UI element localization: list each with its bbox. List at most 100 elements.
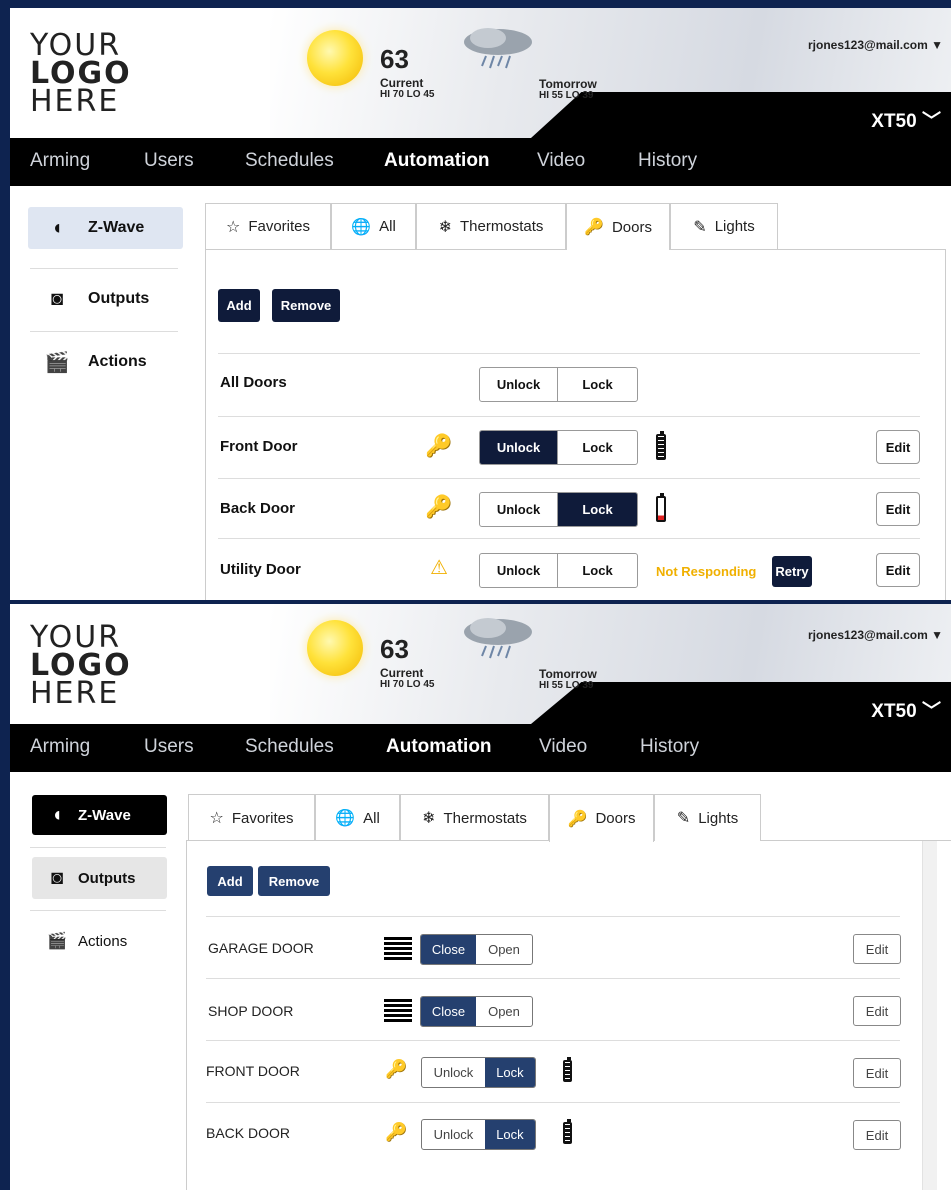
current-forecast: Current HI 70 LO 45	[380, 76, 435, 100]
nav-schedules[interactable]: Schedules	[245, 150, 334, 172]
tab-favorites[interactable]: ☆ Favorites	[188, 794, 315, 841]
nav-schedules[interactable]: Schedules	[245, 736, 334, 758]
key-icon: 🔑	[584, 219, 604, 236]
nav-arming[interactable]: Arming	[30, 736, 90, 758]
utility-door-toggle: Unlock Lock	[479, 553, 638, 588]
nav-history[interactable]: History	[638, 150, 697, 172]
close-button[interactable]: Close	[421, 935, 477, 964]
sidebar-item-zwave[interactable]: ◖ Z-Wave	[32, 795, 167, 835]
battery-low-icon	[656, 493, 666, 522]
outlet-icon: ◙	[50, 866, 64, 889]
zwave-icon: ◖	[50, 216, 64, 239]
panel-selector[interactable]: XT50 ﹀	[871, 106, 941, 133]
caret-down-icon: ▼	[931, 628, 943, 642]
all-doors-label: All Doors	[220, 374, 287, 391]
logo: YOUR LOGO HERE	[30, 28, 132, 119]
tab-thermostats[interactable]: ❄ Thermostats	[400, 794, 549, 841]
edit-button[interactable]: Edit	[876, 430, 920, 464]
sidebar-item-outputs[interactable]: ◙ Outputs	[32, 857, 167, 899]
sidebar-item-actions[interactable]: 🎬 Actions	[32, 920, 167, 962]
scrollbar[interactable]	[922, 841, 937, 1190]
lock-button[interactable]: Lock	[557, 554, 637, 587]
edit-button[interactable]: Edit	[876, 492, 920, 526]
current-forecast: Current HI 70 LO 45	[380, 666, 435, 690]
outlet-icon: ◙	[50, 287, 64, 310]
user-menu[interactable]: rjones123@mail.com ▼	[808, 628, 943, 642]
sidebar-item-zwave[interactable]: ◖ Z-Wave	[28, 207, 183, 249]
key-icon: 🔑	[567, 810, 588, 828]
nav-users[interactable]: Users	[144, 736, 194, 758]
warning-icon: ⚠	[430, 557, 448, 579]
tab-lights[interactable]: ✎ Lights	[670, 203, 778, 249]
door-name: BACK DOOR	[206, 1125, 291, 1141]
unlock-button[interactable]: Unlock	[422, 1058, 485, 1087]
current-temperature: 63	[380, 44, 409, 74]
unlock-button[interactable]: Unlock	[422, 1120, 485, 1149]
chevron-down-icon: ﹀	[921, 701, 941, 722]
garage-door-icon	[384, 999, 412, 1023]
panel-selector[interactable]: XT50 ﹀	[871, 696, 941, 723]
remove-button[interactable]: Remove	[258, 866, 330, 896]
key-icon: 🔑	[385, 1122, 408, 1142]
tab-thermostats[interactable]: ❄ Thermostats	[416, 203, 566, 249]
sidebar-item-actions[interactable]: 🎬 Actions	[28, 341, 183, 383]
battery-full-icon	[563, 1119, 572, 1144]
all-doors-toggle: Unlock Lock	[479, 367, 638, 402]
lock-button[interactable]: Lock	[557, 431, 637, 464]
tomorrow-forecast: Tomorrow HI 55 LO 39	[539, 77, 597, 101]
back-door-toggle: Unlock Lock	[479, 492, 638, 527]
door-name: SHOP DOOR	[208, 1003, 294, 1019]
tab-all[interactable]: 🌐 All	[315, 794, 400, 841]
edit-button[interactable]: Edit	[853, 996, 901, 1026]
add-button[interactable]: Add	[218, 289, 260, 322]
sidebar-item-outputs[interactable]: ◙ Outputs	[28, 278, 183, 320]
open-button[interactable]: Open	[476, 935, 532, 964]
clapperboard-icon: 🎬	[47, 933, 67, 950]
user-menu[interactable]: rjones123@mail.com ▼	[808, 38, 943, 52]
unlock-button[interactable]: Unlock	[480, 431, 558, 464]
door-name: Utility Door	[220, 561, 301, 578]
add-button[interactable]: Add	[207, 866, 253, 896]
screenshot-panel-bottom: YOUR LOGO HERE 63 Current HI 70 LO 45 To…	[10, 604, 951, 1190]
tab-all[interactable]: 🌐 All	[331, 203, 416, 249]
logo: YOUR LOGO HERE	[30, 620, 132, 711]
sun-icon	[307, 620, 363, 676]
open-button[interactable]: Open	[476, 997, 532, 1026]
key-icon: 🔑	[425, 433, 453, 458]
rain-cloud-icon	[464, 28, 532, 69]
edit-button[interactable]: Edit	[853, 934, 901, 964]
nav-video[interactable]: Video	[537, 150, 585, 172]
lock-button[interactable]: Lock	[484, 1120, 535, 1149]
edit-button[interactable]: Edit	[853, 1120, 901, 1150]
nav-arming[interactable]: Arming	[30, 150, 90, 172]
thermostat-icon: ❄	[422, 810, 436, 827]
remove-button[interactable]: Remove	[272, 289, 340, 322]
nav-history[interactable]: History	[640, 736, 699, 758]
sun-icon	[307, 30, 363, 86]
unlock-button[interactable]: Unlock	[480, 554, 557, 587]
tab-lights[interactable]: ✎ Lights	[654, 794, 761, 841]
thermostat-icon: ❄	[438, 218, 453, 236]
lock-button[interactable]: Lock	[557, 493, 637, 526]
all-lock-button[interactable]: Lock	[557, 368, 637, 401]
all-unlock-button[interactable]: Unlock	[480, 368, 557, 401]
close-button[interactable]: Close	[421, 997, 477, 1026]
unlock-button[interactable]: Unlock	[480, 493, 557, 526]
tab-doors[interactable]: 🔑 Doors	[566, 203, 670, 250]
not-responding-status: Not Responding	[656, 564, 757, 579]
retry-button[interactable]: Retry	[772, 556, 812, 587]
edit-button[interactable]: Edit	[876, 553, 920, 587]
key-icon: 🔑	[385, 1059, 408, 1079]
globe-icon: 🌐	[335, 810, 356, 827]
tomorrow-forecast: Tomorrow HI 55 LO 39	[539, 667, 597, 691]
tab-favorites[interactable]: ☆ Favorites	[205, 203, 331, 249]
nav-users[interactable]: Users	[144, 150, 194, 172]
globe-icon: 🌐	[351, 218, 372, 236]
edit-button[interactable]: Edit	[853, 1058, 901, 1088]
lock-button[interactable]: Lock	[484, 1058, 535, 1087]
nav-video[interactable]: Video	[539, 736, 587, 758]
battery-full-icon	[563, 1057, 572, 1082]
tab-doors[interactable]: 🔑 Doors	[549, 794, 654, 842]
nav-automation[interactable]: Automation	[384, 150, 490, 172]
nav-automation[interactable]: Automation	[386, 736, 492, 758]
